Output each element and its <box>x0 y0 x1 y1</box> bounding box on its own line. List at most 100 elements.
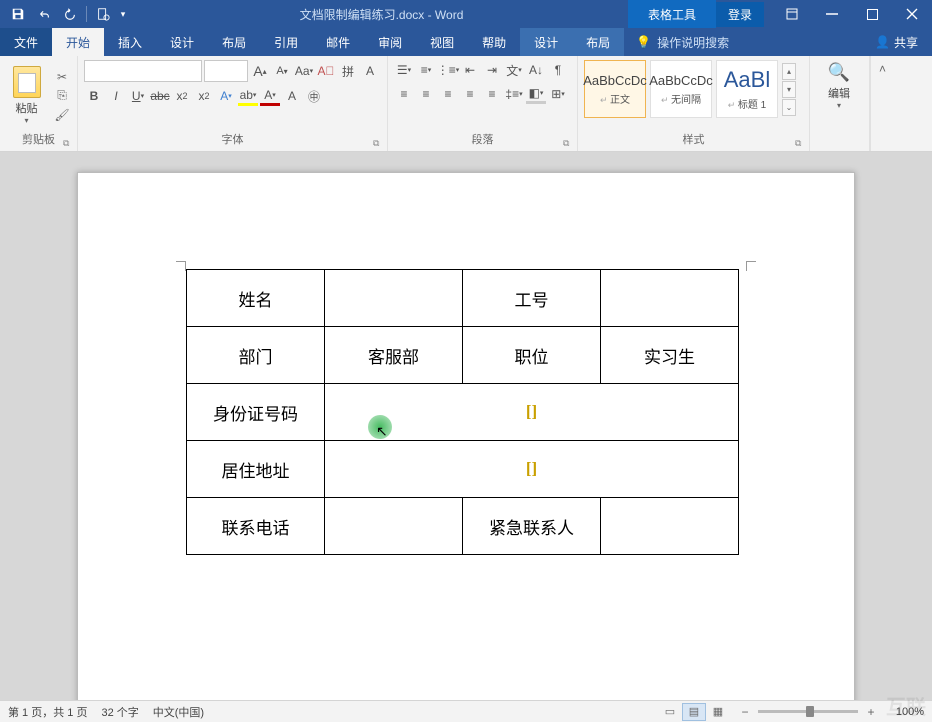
tab-mailings[interactable]: 邮件 <box>312 28 364 56</box>
strikethrough-icon[interactable]: abc <box>150 86 170 106</box>
style-heading1[interactable]: AaBl 标题 1 <box>716 60 778 118</box>
ribbon-display-icon[interactable] <box>772 0 812 28</box>
shrink-font-icon[interactable]: A▾ <box>272 61 292 81</box>
copy-icon[interactable]: ⎘ <box>53 88 71 104</box>
underline-icon[interactable]: U▾ <box>128 86 148 106</box>
superscript-icon[interactable]: x2 <box>194 86 214 106</box>
minimize-icon[interactable] <box>812 0 852 28</box>
tab-home[interactable]: 开始 <box>52 28 104 56</box>
cell-name-value[interactable] <box>325 270 463 327</box>
language-indicator[interactable]: 中文(中国) <box>153 704 204 720</box>
style-normal[interactable]: AaBbCcDc 正文 <box>584 60 646 118</box>
tab-help[interactable]: 帮助 <box>468 28 520 56</box>
italic-icon[interactable]: I <box>106 86 126 106</box>
sort-icon[interactable]: A↓ <box>526 60 546 80</box>
zoom-level[interactable]: 100% <box>884 706 924 718</box>
tab-review[interactable]: 审阅 <box>364 28 416 56</box>
grow-font-icon[interactable]: A▴ <box>250 61 270 81</box>
tab-layout[interactable]: 布局 <box>208 28 260 56</box>
tab-table-design[interactable]: 设计 <box>520 28 572 56</box>
cell-position-value[interactable]: 实习生 <box>601 327 739 384</box>
asian-layout-icon[interactable]: 文▾ <box>504 60 524 80</box>
phonetic-guide-icon[interactable]: 拼 <box>338 61 358 81</box>
form-table[interactable]: 姓名 工号 部门 客服部 职位 实习生 身份证号码 [] 居住地址 [] 联系电… <box>186 269 739 555</box>
editing-button[interactable]: 🔍 编辑 ▾ <box>816 60 862 112</box>
format-painter-icon[interactable]: 🖌 <box>53 107 71 123</box>
cell-address-value[interactable]: [] <box>325 441 739 498</box>
text-effects-icon[interactable]: A▾ <box>216 86 236 106</box>
paste-button[interactable]: 粘贴 ▾ <box>6 60 47 131</box>
shading-icon[interactable]: ◧▾ <box>526 84 546 104</box>
cut-icon[interactable]: ✂ <box>53 69 71 85</box>
web-layout-icon[interactable]: ▦ <box>706 703 730 721</box>
styles-more-icon[interactable]: ⌄ <box>782 99 796 116</box>
cell-idcard-value[interactable]: [] <box>325 384 739 441</box>
zoom-in-icon[interactable]: + <box>864 705 878 719</box>
share-button[interactable]: 👤 共享 <box>861 28 932 56</box>
font-size-input[interactable] <box>204 60 248 82</box>
borders-icon[interactable]: ⊞▾ <box>548 84 568 104</box>
tab-table-layout[interactable]: 布局 <box>572 28 624 56</box>
print-layout-icon[interactable]: ▤ <box>682 703 706 721</box>
cell-workid-value[interactable] <box>601 270 739 327</box>
multilevel-icon[interactable]: ⋮≡▾ <box>438 60 458 80</box>
document-area[interactable]: 姓名 工号 部门 客服部 职位 实习生 身份证号码 [] 居住地址 [] 联系电… <box>0 152 932 700</box>
tab-references[interactable]: 引用 <box>260 28 312 56</box>
style-nospacing[interactable]: AaBbCcDc 无间隔 <box>650 60 712 118</box>
font-dialog-icon[interactable]: ⧉ <box>373 138 383 148</box>
document-page[interactable]: 姓名 工号 部门 客服部 职位 实习生 身份证号码 [] 居住地址 [] 联系电… <box>77 172 855 700</box>
login-button[interactable]: 登录 <box>716 2 764 27</box>
change-case-icon[interactable]: Aa▾ <box>294 61 314 81</box>
cell-address-label[interactable]: 居住地址 <box>187 441 325 498</box>
save-icon[interactable] <box>6 2 30 26</box>
undo-icon[interactable] <box>32 2 56 26</box>
tab-design[interactable]: 设计 <box>156 28 208 56</box>
show-marks-icon[interactable]: ¶ <box>548 60 568 80</box>
print-preview-icon[interactable] <box>91 2 115 26</box>
maximize-icon[interactable] <box>852 0 892 28</box>
page-indicator[interactable]: 第 1 页，共 1 页 <box>8 704 87 720</box>
cell-workid-label[interactable]: 工号 <box>463 270 601 327</box>
decrease-indent-icon[interactable]: ⇤ <box>460 60 480 80</box>
clear-format-icon[interactable]: A⃠ <box>316 61 336 81</box>
tab-insert[interactable]: 插入 <box>104 28 156 56</box>
redo-icon[interactable] <box>58 2 82 26</box>
cell-phone-label[interactable]: 联系电话 <box>187 498 325 555</box>
qat-customize-icon[interactable]: ▾ <box>117 2 129 26</box>
line-spacing-icon[interactable]: ‡≡▾ <box>504 84 524 104</box>
read-mode-icon[interactable]: ▭ <box>658 703 682 721</box>
bullets-icon[interactable]: ☰▾ <box>394 60 414 80</box>
cell-position-label[interactable]: 职位 <box>463 327 601 384</box>
cell-dept-value[interactable]: 客服部 <box>325 327 463 384</box>
zoom-out-icon[interactable]: − <box>738 705 752 719</box>
font-name-input[interactable] <box>84 60 202 82</box>
zoom-thumb[interactable] <box>806 706 814 717</box>
styles-down-icon[interactable]: ▾ <box>782 81 796 98</box>
zoom-slider[interactable] <box>758 710 858 713</box>
subscript-icon[interactable]: x2 <box>172 86 192 106</box>
cell-name-label[interactable]: 姓名 <box>187 270 325 327</box>
clipboard-dialog-icon[interactable]: ⧉ <box>63 138 73 148</box>
paragraph-dialog-icon[interactable]: ⧉ <box>563 138 573 148</box>
cell-phone-value[interactable] <box>325 498 463 555</box>
word-count[interactable]: 32 个字 <box>101 704 138 720</box>
cell-emergency-label[interactable]: 紧急联系人 <box>463 498 601 555</box>
styles-up-icon[interactable]: ▴ <box>782 63 796 80</box>
bold-icon[interactable]: B <box>84 86 104 106</box>
font-color-icon[interactable]: A▾ <box>260 86 280 106</box>
styles-dialog-icon[interactable]: ⧉ <box>795 138 805 148</box>
cell-emergency-value[interactable] <box>601 498 739 555</box>
distributed-icon[interactable]: ≡ <box>482 84 502 104</box>
align-center-icon[interactable]: ≡ <box>416 84 436 104</box>
close-icon[interactable] <box>892 0 932 28</box>
justify-icon[interactable]: ≡ <box>460 84 480 104</box>
tab-file[interactable]: 文件 <box>0 28 52 56</box>
tell-me-search[interactable]: 💡 操作说明搜索 <box>624 28 741 56</box>
numbering-icon[interactable]: ≡▾ <box>416 60 436 80</box>
align-left-icon[interactable]: ≡ <box>394 84 414 104</box>
align-right-icon[interactable]: ≡ <box>438 84 458 104</box>
increase-indent-icon[interactable]: ⇥ <box>482 60 502 80</box>
collapse-ribbon-icon[interactable]: ˄ <box>870 56 894 151</box>
char-shading-icon[interactable]: A <box>282 86 302 106</box>
cell-idcard-label[interactable]: 身份证号码 <box>187 384 325 441</box>
